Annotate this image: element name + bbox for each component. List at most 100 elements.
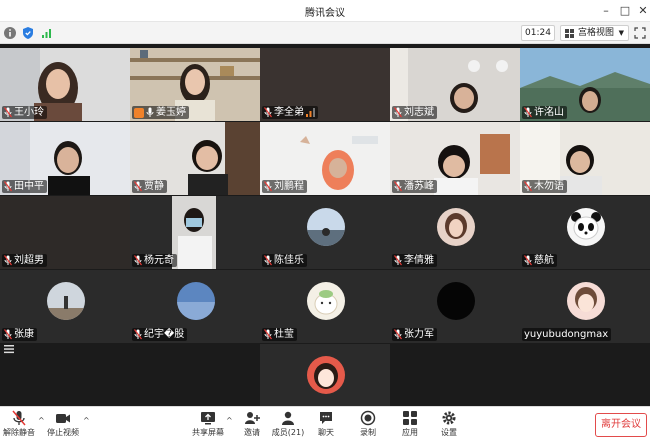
record-button[interactable]: 录制: [350, 410, 386, 440]
share-screen-icon: [201, 412, 215, 425]
name-tag: 刘超男: [2, 254, 47, 267]
avatar: [437, 208, 475, 246]
video-tile[interactable]: 李全弟: [260, 48, 390, 121]
participant-name: 木勿语: [534, 181, 564, 192]
participant-name: 刘志斌: [404, 107, 434, 118]
shield-icon[interactable]: [21, 26, 35, 40]
video-tile[interactable]: 杜莹: [260, 270, 390, 343]
mic-muted-icon: [4, 255, 12, 266]
maximize-icon[interactable]: □: [617, 3, 633, 19]
close-icon[interactable]: ✕: [635, 3, 650, 19]
name-tag: 李全弟: [262, 106, 318, 119]
name-tag: 陈佳乐: [262, 254, 307, 267]
mic-muted-icon: [394, 255, 402, 266]
mic-muted-icon: [4, 329, 12, 340]
video-tile[interactable]: 贾静: [130, 122, 260, 195]
name-tag: 李倩雅: [392, 254, 437, 267]
video-tile[interactable]: 许洺山: [520, 48, 650, 121]
network-signal-icon[interactable]: [40, 26, 54, 40]
name-tag: yuyubudongmax: [522, 328, 612, 341]
video-grid: 王小玲 姜玉婷 李全弟 刘志斌 许洺山 田中平 贾静 刘鹏程 潘苏峰 木勿语 刘…: [0, 44, 650, 406]
members-button[interactable]: 成员(21): [270, 410, 306, 440]
title-bar: 腾讯会议 – □ ✕: [0, 0, 650, 22]
meeting-toolbar: 解除静音 ^ 停止视频 ^ 共享屏幕 ^ 邀请 成员(21) 聊天 录制 应用 …: [0, 406, 650, 441]
leave-meeting-button[interactable]: 离开会议: [595, 413, 647, 437]
participant-name: 田中平: [14, 181, 44, 192]
mic-muted-icon: [264, 255, 272, 266]
video-tile[interactable]: 刘鹏程: [260, 122, 390, 195]
participant-name: 李倩雅: [404, 255, 434, 266]
name-tag: 刘鹏程: [262, 180, 307, 193]
fullscreen-icon[interactable]: [634, 27, 646, 39]
participant-name: 纪宇�股: [144, 329, 185, 340]
video-tile[interactable]: 张力军: [390, 270, 520, 343]
avatar: [307, 208, 345, 246]
avatar: [567, 282, 605, 320]
meeting-timer: 01:24: [521, 25, 555, 41]
chat-button[interactable]: 聊天: [308, 410, 344, 440]
record-icon: [360, 410, 376, 426]
video-tile[interactable]: 慈航: [520, 196, 650, 269]
avatar: [47, 282, 85, 320]
video-tile[interactable]: 田中平: [0, 122, 130, 195]
video-tile[interactable]: yuyubudongmax: [520, 270, 650, 343]
video-tile[interactable]: 刘超男: [0, 196, 130, 269]
name-tag: 杨元奇: [132, 254, 177, 267]
video-tile[interactable]: 纪宇�股: [130, 270, 260, 343]
video-tile[interactable]: 王小玲: [0, 48, 130, 121]
video-tile[interactable]: 木勿语: [520, 122, 650, 195]
chevron-up-icon[interactable]: ^: [226, 416, 233, 425]
participant-name: 张康: [14, 329, 34, 340]
apps-button[interactable]: 应用: [392, 410, 428, 440]
unmute-button[interactable]: 解除静音: [0, 410, 38, 440]
menu-icon[interactable]: [4, 344, 14, 354]
name-tag: 刘志斌: [392, 106, 437, 119]
participant-name: 陈佳乐: [274, 255, 304, 266]
mic-muted-icon: [524, 181, 532, 192]
participant-name: 姜玉婷: [156, 107, 186, 118]
video-tile[interactable]: 刘志斌: [390, 48, 520, 121]
participant-name: 刘超男: [14, 255, 44, 266]
view-mode-dropdown[interactable]: 宫格视图 ▼: [560, 25, 629, 41]
invite-button[interactable]: 邀请: [234, 410, 270, 440]
mic-muted-icon: [134, 329, 142, 340]
participant-name: 许洺山: [534, 107, 564, 118]
minimize-icon[interactable]: –: [598, 3, 614, 19]
mic-muted-icon: [4, 181, 12, 192]
stop-video-button[interactable]: 停止视频: [44, 410, 82, 440]
participant-name: 王小玲: [14, 107, 44, 118]
video-tile[interactable]: 张康: [0, 270, 130, 343]
settings-button[interactable]: 设置: [431, 410, 467, 440]
participant-name: 刘鹏程: [274, 181, 304, 192]
video-tile[interactable]: 李倩雅: [390, 196, 520, 269]
info-icon[interactable]: [3, 26, 17, 40]
members-icon: [282, 411, 294, 425]
name-tag: 田中平: [2, 180, 47, 193]
invite-label: 邀请: [244, 428, 260, 437]
participant-name: 李全弟: [274, 107, 304, 118]
apps-icon: [403, 411, 417, 425]
participant-name: 杜莹: [274, 329, 294, 340]
participant-name: 贾静: [144, 181, 164, 192]
stop-video-label: 停止视频: [47, 428, 79, 437]
name-tag: 杜莹: [262, 328, 297, 341]
name-tag: 许洺山: [522, 106, 567, 119]
video-tile[interactable]: 陈佳乐: [260, 196, 390, 269]
mic-muted-icon: [134, 255, 142, 266]
name-tag: 姜玉婷: [132, 106, 189, 119]
name-tag: 张康: [2, 328, 37, 341]
chevron-up-icon[interactable]: ^: [83, 416, 90, 425]
avatar: [437, 282, 475, 320]
name-tag: 木勿语: [522, 180, 567, 193]
video-tile[interactable]: [260, 344, 390, 406]
share-screen-button[interactable]: 共享屏幕: [190, 410, 226, 440]
mic-muted-icon: [394, 181, 402, 192]
mic-icon: [146, 107, 154, 117]
chat-icon: [320, 412, 332, 424]
avatar: [177, 282, 215, 320]
video-tile[interactable]: 潘苏峰: [390, 122, 520, 195]
video-tile[interactable]: 杨元奇: [130, 196, 260, 269]
meeting-window: 腾讯会议 – □ ✕ 01:24 宫格视图 ▼ 王小玲 姜玉婷 李全弟 刘志斌 …: [0, 0, 650, 441]
apps-label: 应用: [402, 428, 418, 437]
video-tile[interactable]: 姜玉婷: [130, 48, 260, 121]
